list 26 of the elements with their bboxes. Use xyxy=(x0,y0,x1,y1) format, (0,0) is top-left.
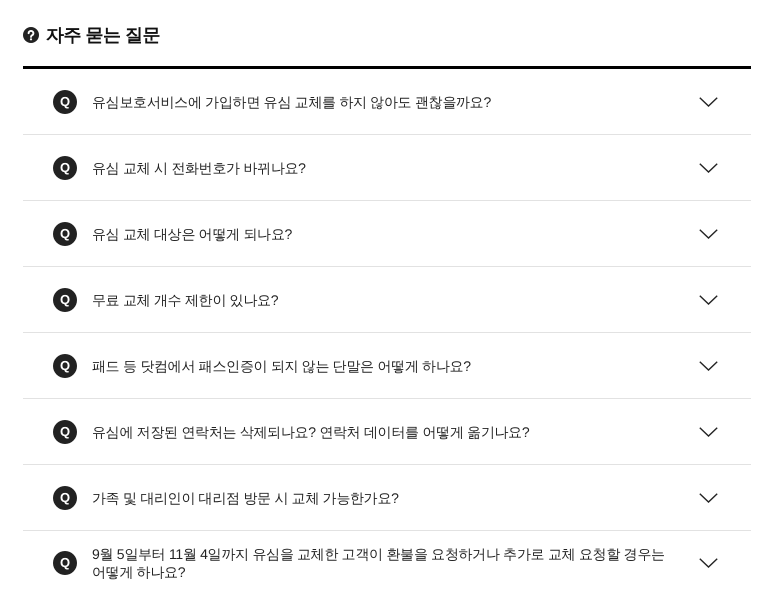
section-title: 자주 묻는 질문 xyxy=(46,24,160,47)
faq-question[interactable]: 9월 5일부터 11월 4일까지 유심을 교체한 고객이 환불을 요청하거나 추가로 교체 요청할 경우는 어떻게 하나요? xyxy=(92,544,699,580)
chevron-down-icon[interactable] xyxy=(699,96,718,106)
help-circle-icon xyxy=(23,27,39,43)
chevron-down-icon[interactable] xyxy=(699,492,718,502)
q-badge: Q xyxy=(53,486,77,510)
q-badge: Q xyxy=(53,420,77,444)
faq-question[interactable]: 유심 교체 대상은 어떻게 되나요? xyxy=(92,224,699,242)
faq-question[interactable]: 패드 등 닷컴에서 패스인증이 되지 않는 단말은 어떻게 하나요? xyxy=(92,356,699,374)
chevron-down-icon[interactable] xyxy=(699,558,718,568)
chevron-down-icon[interactable] xyxy=(699,426,718,436)
q-badge: Q xyxy=(53,222,77,246)
chevron-down-icon[interactable] xyxy=(699,228,718,238)
faq-question[interactable]: 가족 및 대리인이 대리점 방문 시 교체 가능한가요? xyxy=(92,488,699,506)
faq-question[interactable]: 무료 교체 개수 제한이 있나요? xyxy=(92,290,699,308)
q-badge: Q xyxy=(53,156,77,180)
chevron-down-icon[interactable] xyxy=(699,360,718,370)
chevron-down-icon[interactable] xyxy=(699,294,718,304)
q-badge: Q xyxy=(53,550,77,574)
faq-question[interactable]: 유심에 저장된 연락처는 삭제되나요? 연락처 데이터를 어떻게 옮기나요? xyxy=(92,422,699,440)
faq-question[interactable]: 유심보호서비스에 가입하면 유심 교체를 하지 않아도 괜찮을까요? xyxy=(92,92,699,110)
q-badge: Q xyxy=(53,354,77,378)
chevron-down-icon[interactable] xyxy=(699,162,718,172)
q-badge: Q xyxy=(53,288,77,312)
faq-question[interactable]: 유심 교체 시 전화번호가 바뀌나요? xyxy=(92,158,699,176)
q-badge: Q xyxy=(53,90,77,114)
